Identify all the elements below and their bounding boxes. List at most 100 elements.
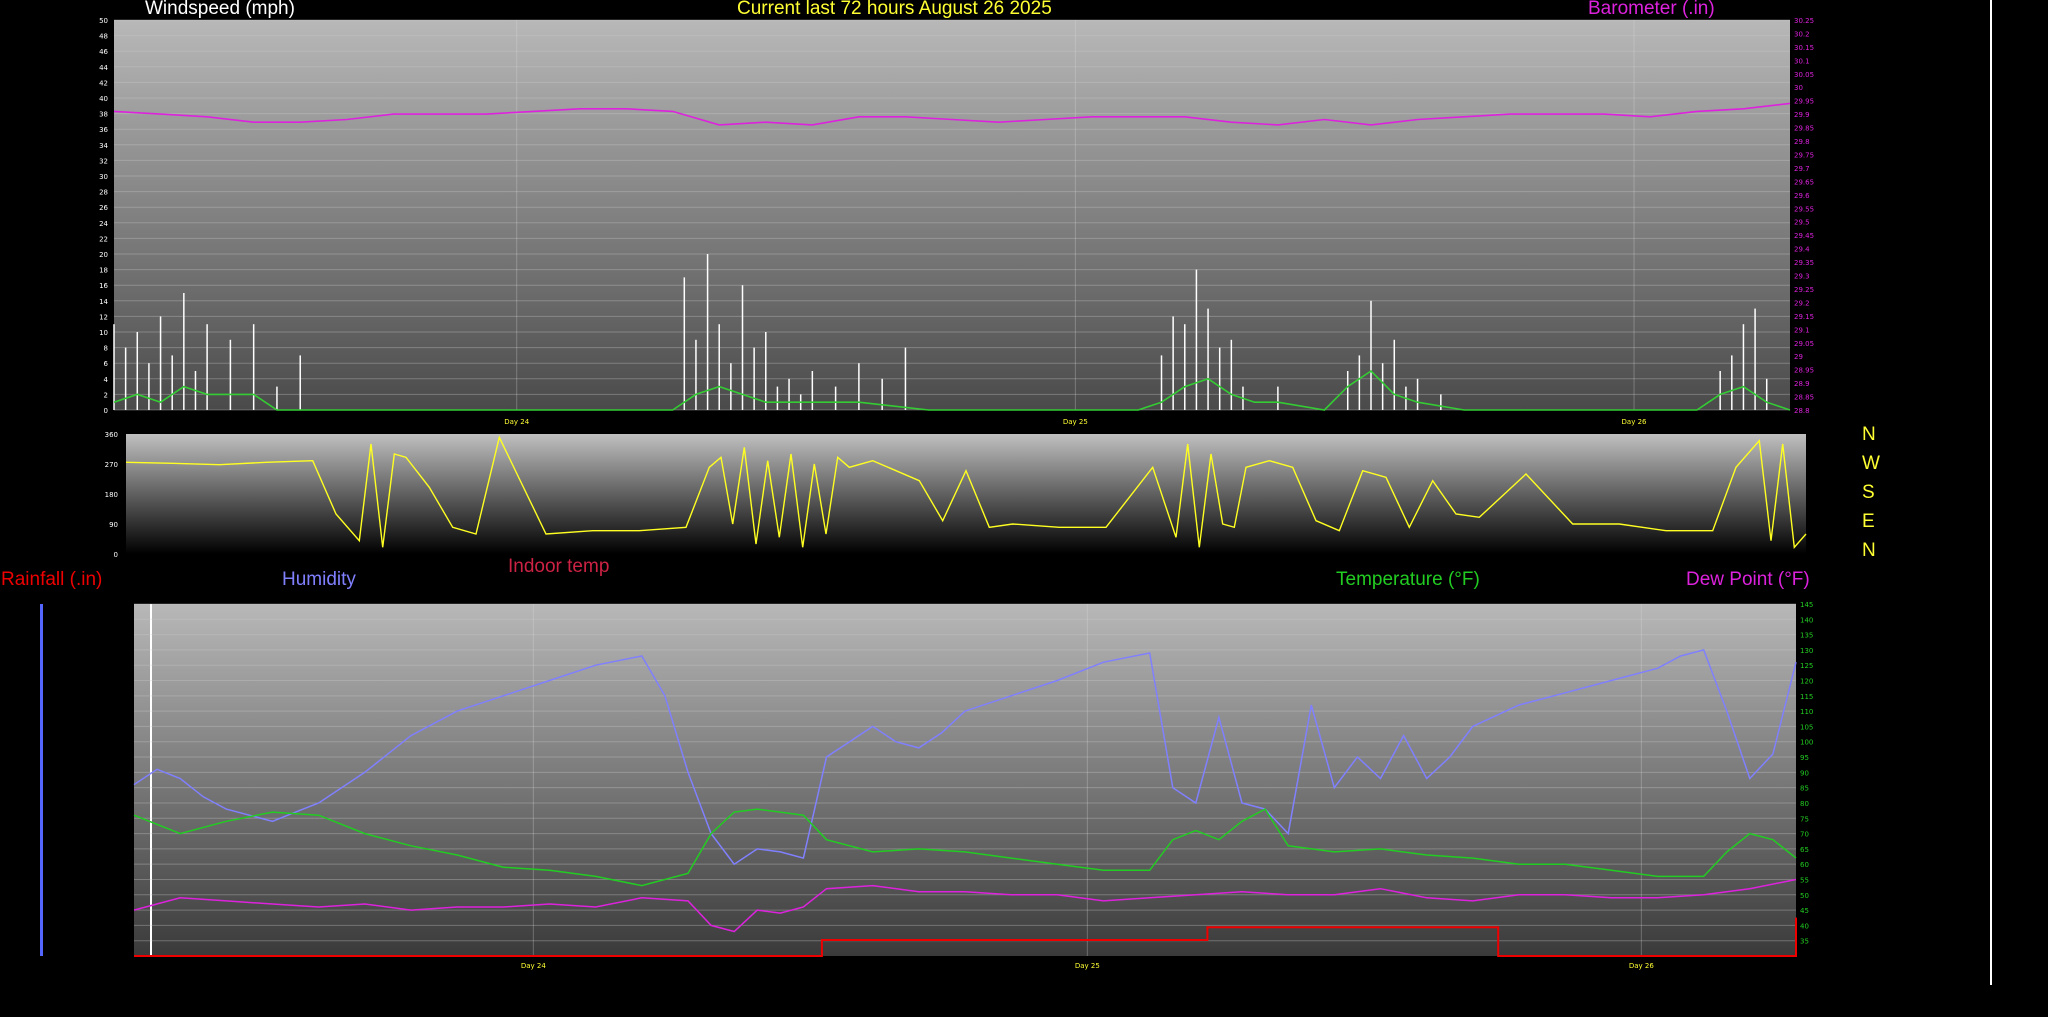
y-right-tick-label: 50 bbox=[1800, 892, 1809, 900]
y-right-tick-label: 90 bbox=[1800, 769, 1809, 777]
y-right-tick-label: 29.4 bbox=[1794, 246, 1810, 254]
right-border-line bbox=[1990, 0, 1992, 985]
y-left-tick-label: 10 bbox=[99, 329, 108, 337]
compass-n-top: N bbox=[1862, 424, 1876, 445]
y-right-tick-label: 85 bbox=[1800, 785, 1809, 793]
y-left-tick-label: 8 bbox=[104, 345, 108, 353]
y-right-tick-label: 130 bbox=[1800, 647, 1813, 655]
x-day-label: Day 26 bbox=[1622, 418, 1648, 426]
y-right-tick-label: 29.45 bbox=[1794, 232, 1814, 240]
plot-area bbox=[126, 434, 1806, 554]
y-right-tick-label: 120 bbox=[1800, 678, 1813, 686]
y-right-tick-label: 40 bbox=[1800, 922, 1809, 930]
y-right-tick-label: 95 bbox=[1800, 754, 1809, 762]
x-day-label: Day 25 bbox=[1075, 962, 1100, 970]
y-right-tick-label: 29.15 bbox=[1794, 313, 1814, 321]
compass-s: S bbox=[1862, 482, 1875, 503]
compass-n-bottom: N bbox=[1862, 540, 1876, 561]
y-right-tick-label: 29.35 bbox=[1794, 259, 1814, 267]
y-tick-label: 0 bbox=[114, 551, 118, 559]
wind-barometer-chart: 0246810121416182022242628303234363840424… bbox=[99, 17, 1814, 426]
rainfall-axis-bar bbox=[40, 604, 43, 956]
y-tick-label: 90 bbox=[109, 521, 118, 529]
y-right-tick-label: 45 bbox=[1800, 907, 1809, 915]
y-right-tick-label: 29.25 bbox=[1794, 286, 1814, 294]
y-right-tick-label: 28.8 bbox=[1794, 407, 1810, 415]
plot-area bbox=[114, 20, 1790, 410]
y-left-tick-label: 2 bbox=[104, 391, 108, 399]
y-right-tick-label: 110 bbox=[1800, 708, 1813, 716]
y-left-tick-label: 20 bbox=[99, 251, 108, 259]
x-day-label: Day 24 bbox=[521, 962, 547, 970]
y-right-tick-label: 75 bbox=[1800, 815, 1809, 823]
y-left-tick-label: 18 bbox=[99, 267, 108, 275]
y-tick-label: 360 bbox=[105, 431, 118, 439]
y-right-tick-label: 29.85 bbox=[1794, 125, 1814, 133]
legend-humidity: Humidity bbox=[282, 569, 356, 590]
y-right-tick-label: 28.9 bbox=[1794, 380, 1810, 388]
legend-indoor-temp: Indoor temp bbox=[508, 556, 610, 577]
plot-area bbox=[134, 604, 1796, 956]
y-right-tick-label: 55 bbox=[1800, 876, 1809, 884]
temperature-humidity-chart: 35 40 45 50 55 60 65 70 75 80 85 90 95 100 105 110 115 12… bbox=[40, 601, 1813, 970]
y-right-tick-label: 115 bbox=[1800, 693, 1813, 701]
legend-temperature: Temperature (°F) bbox=[1336, 569, 1480, 590]
legend-dew-point: Dew Point (°F) bbox=[1686, 569, 1810, 590]
y-right-tick-label: 29 bbox=[1794, 353, 1803, 361]
y-left-tick-label: 42 bbox=[99, 79, 108, 87]
y-right-tick-label: 29.9 bbox=[1794, 111, 1810, 119]
y-right-tick-label: 140 bbox=[1800, 616, 1813, 624]
y-right-tick-label: 28.85 bbox=[1794, 394, 1814, 402]
y-left-tick-label: 16 bbox=[99, 282, 108, 290]
compass-e: E bbox=[1862, 511, 1875, 532]
y-right-tick-label: 29.6 bbox=[1794, 192, 1810, 200]
y-right-tick-label: 29.8 bbox=[1794, 138, 1810, 146]
y-right-tick-label: 29.3 bbox=[1794, 273, 1810, 281]
y-left-tick-label: 0 bbox=[104, 407, 108, 415]
y-right-tick-label: 70 bbox=[1800, 831, 1809, 839]
y-right-tick-label: 30.2 bbox=[1794, 30, 1810, 38]
y-left-tick-label: 6 bbox=[104, 360, 109, 368]
y-right-tick-label: 28.95 bbox=[1794, 367, 1814, 375]
y-left-tick-label: 38 bbox=[99, 111, 108, 119]
x-day-label: Day 26 bbox=[1629, 962, 1655, 970]
y-right-tick-label: 29.55 bbox=[1794, 205, 1814, 213]
compass-w: W bbox=[1862, 453, 1880, 474]
y-right-tick-label: 29.2 bbox=[1794, 299, 1810, 307]
y-right-tick-label: 60 bbox=[1800, 861, 1809, 869]
x-day-label: Day 24 bbox=[504, 418, 530, 426]
y-right-tick-label: 125 bbox=[1800, 662, 1813, 670]
y-left-tick-label: 12 bbox=[99, 313, 108, 321]
y-right-tick-label: 29.05 bbox=[1794, 340, 1814, 348]
y-left-tick-label: 40 bbox=[99, 95, 108, 103]
y-right-tick-label: 135 bbox=[1800, 632, 1813, 640]
y-right-tick-label: 30.25 bbox=[1794, 17, 1814, 25]
y-left-tick-label: 30 bbox=[99, 173, 108, 181]
legend-rainfall: Rainfall (.in) bbox=[1, 569, 103, 590]
y-tick-label: 180 bbox=[105, 491, 118, 499]
y-right-tick-label: 30.1 bbox=[1794, 57, 1810, 65]
y-left-tick-label: 26 bbox=[99, 204, 108, 212]
y-right-tick-label: 29.65 bbox=[1794, 178, 1814, 186]
y-left-tick-label: 24 bbox=[99, 220, 108, 228]
y-right-tick-label: 30.15 bbox=[1794, 44, 1814, 52]
y-left-tick-label: 50 bbox=[99, 17, 108, 25]
y-right-tick-label: 29.75 bbox=[1794, 151, 1814, 159]
y-right-tick-label: 105 bbox=[1800, 723, 1813, 731]
y-right-tick-label: 35 bbox=[1800, 938, 1809, 946]
y-right-tick-label: 29.5 bbox=[1794, 219, 1810, 227]
current-marker-line bbox=[150, 604, 152, 956]
y-left-tick-label: 32 bbox=[99, 157, 108, 165]
y-left-tick-label: 48 bbox=[99, 33, 108, 41]
y-right-tick-label: 29.95 bbox=[1794, 98, 1814, 106]
wind-direction-chart: 0 90 180 270 360 bbox=[105, 431, 1807, 559]
y-left-tick-label: 28 bbox=[99, 189, 108, 197]
y-right-tick-label: 145 bbox=[1800, 601, 1813, 609]
x-day-label: Day 25 bbox=[1063, 418, 1088, 426]
y-right-tick-label: 30.05 bbox=[1794, 71, 1814, 79]
y-right-tick-label: 30 bbox=[1794, 84, 1803, 92]
y-left-tick-label: 44 bbox=[99, 64, 108, 72]
y-left-tick-label: 46 bbox=[99, 48, 108, 56]
y-right-tick-label: 29.1 bbox=[1794, 326, 1810, 334]
y-right-tick-label: 65 bbox=[1800, 846, 1809, 854]
